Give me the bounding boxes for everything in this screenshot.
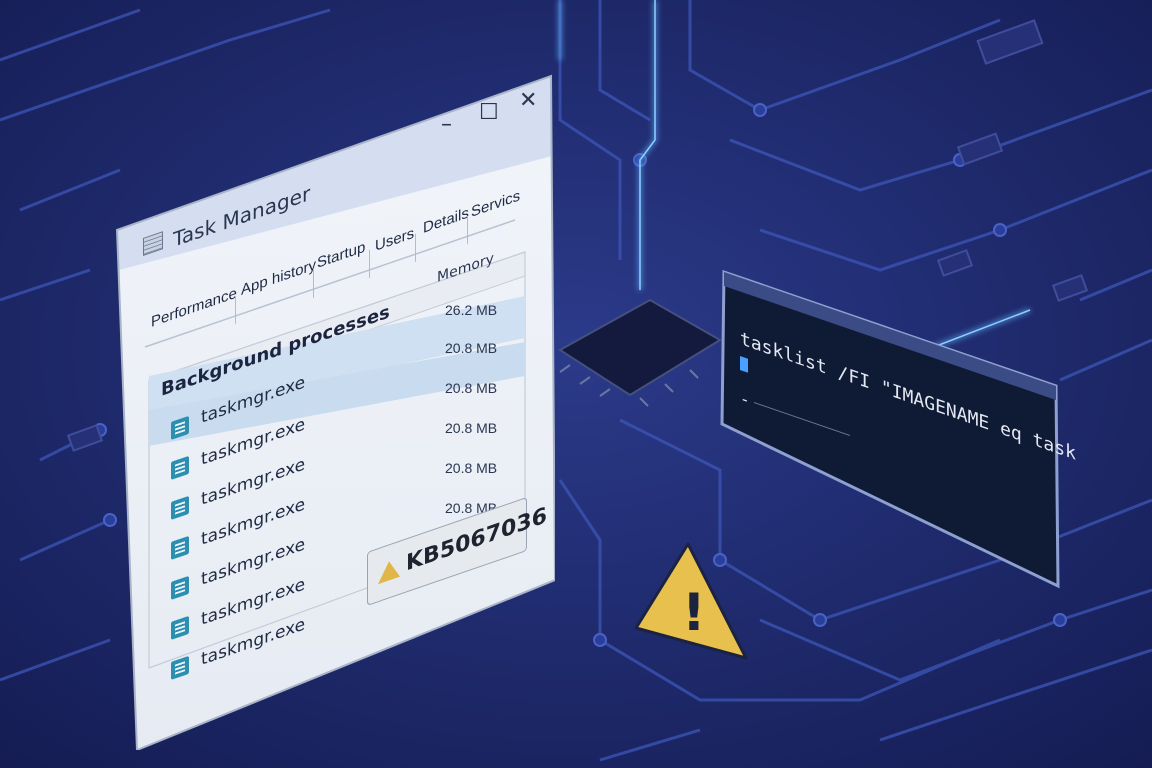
warning-icon bbox=[378, 557, 400, 585]
terminal-prompt[interactable]: - bbox=[740, 388, 750, 410]
terminal-cursor bbox=[740, 356, 748, 373]
tab-separator bbox=[313, 269, 314, 298]
terminal-window[interactable]: tasklist /FI "IMAGENAME eq task - bbox=[718, 268, 1076, 590]
process-memory: 20.8 MB bbox=[445, 380, 498, 396]
tab-separator bbox=[415, 233, 416, 262]
tab-separator bbox=[235, 295, 236, 324]
minimize-button[interactable]: – bbox=[441, 114, 452, 136]
process-memory: 20.8 MB bbox=[445, 460, 498, 476]
task-manager-window: – ☐ ✕ Task Manager Performance App histo… bbox=[115, 70, 555, 750]
process-memory: 20.8 MB bbox=[445, 420, 498, 436]
maximize-button[interactable]: ☐ bbox=[479, 102, 499, 124]
tab-separator bbox=[467, 215, 468, 244]
process-memory: 20.8 MB bbox=[445, 340, 498, 356]
tab-separator bbox=[369, 249, 370, 278]
close-button[interactable]: ✕ bbox=[519, 90, 537, 112]
group-memory-value: 26.2 MB bbox=[445, 302, 498, 318]
warning-symbol: ! bbox=[682, 583, 706, 643]
warning-icon: ! bbox=[634, 542, 748, 660]
